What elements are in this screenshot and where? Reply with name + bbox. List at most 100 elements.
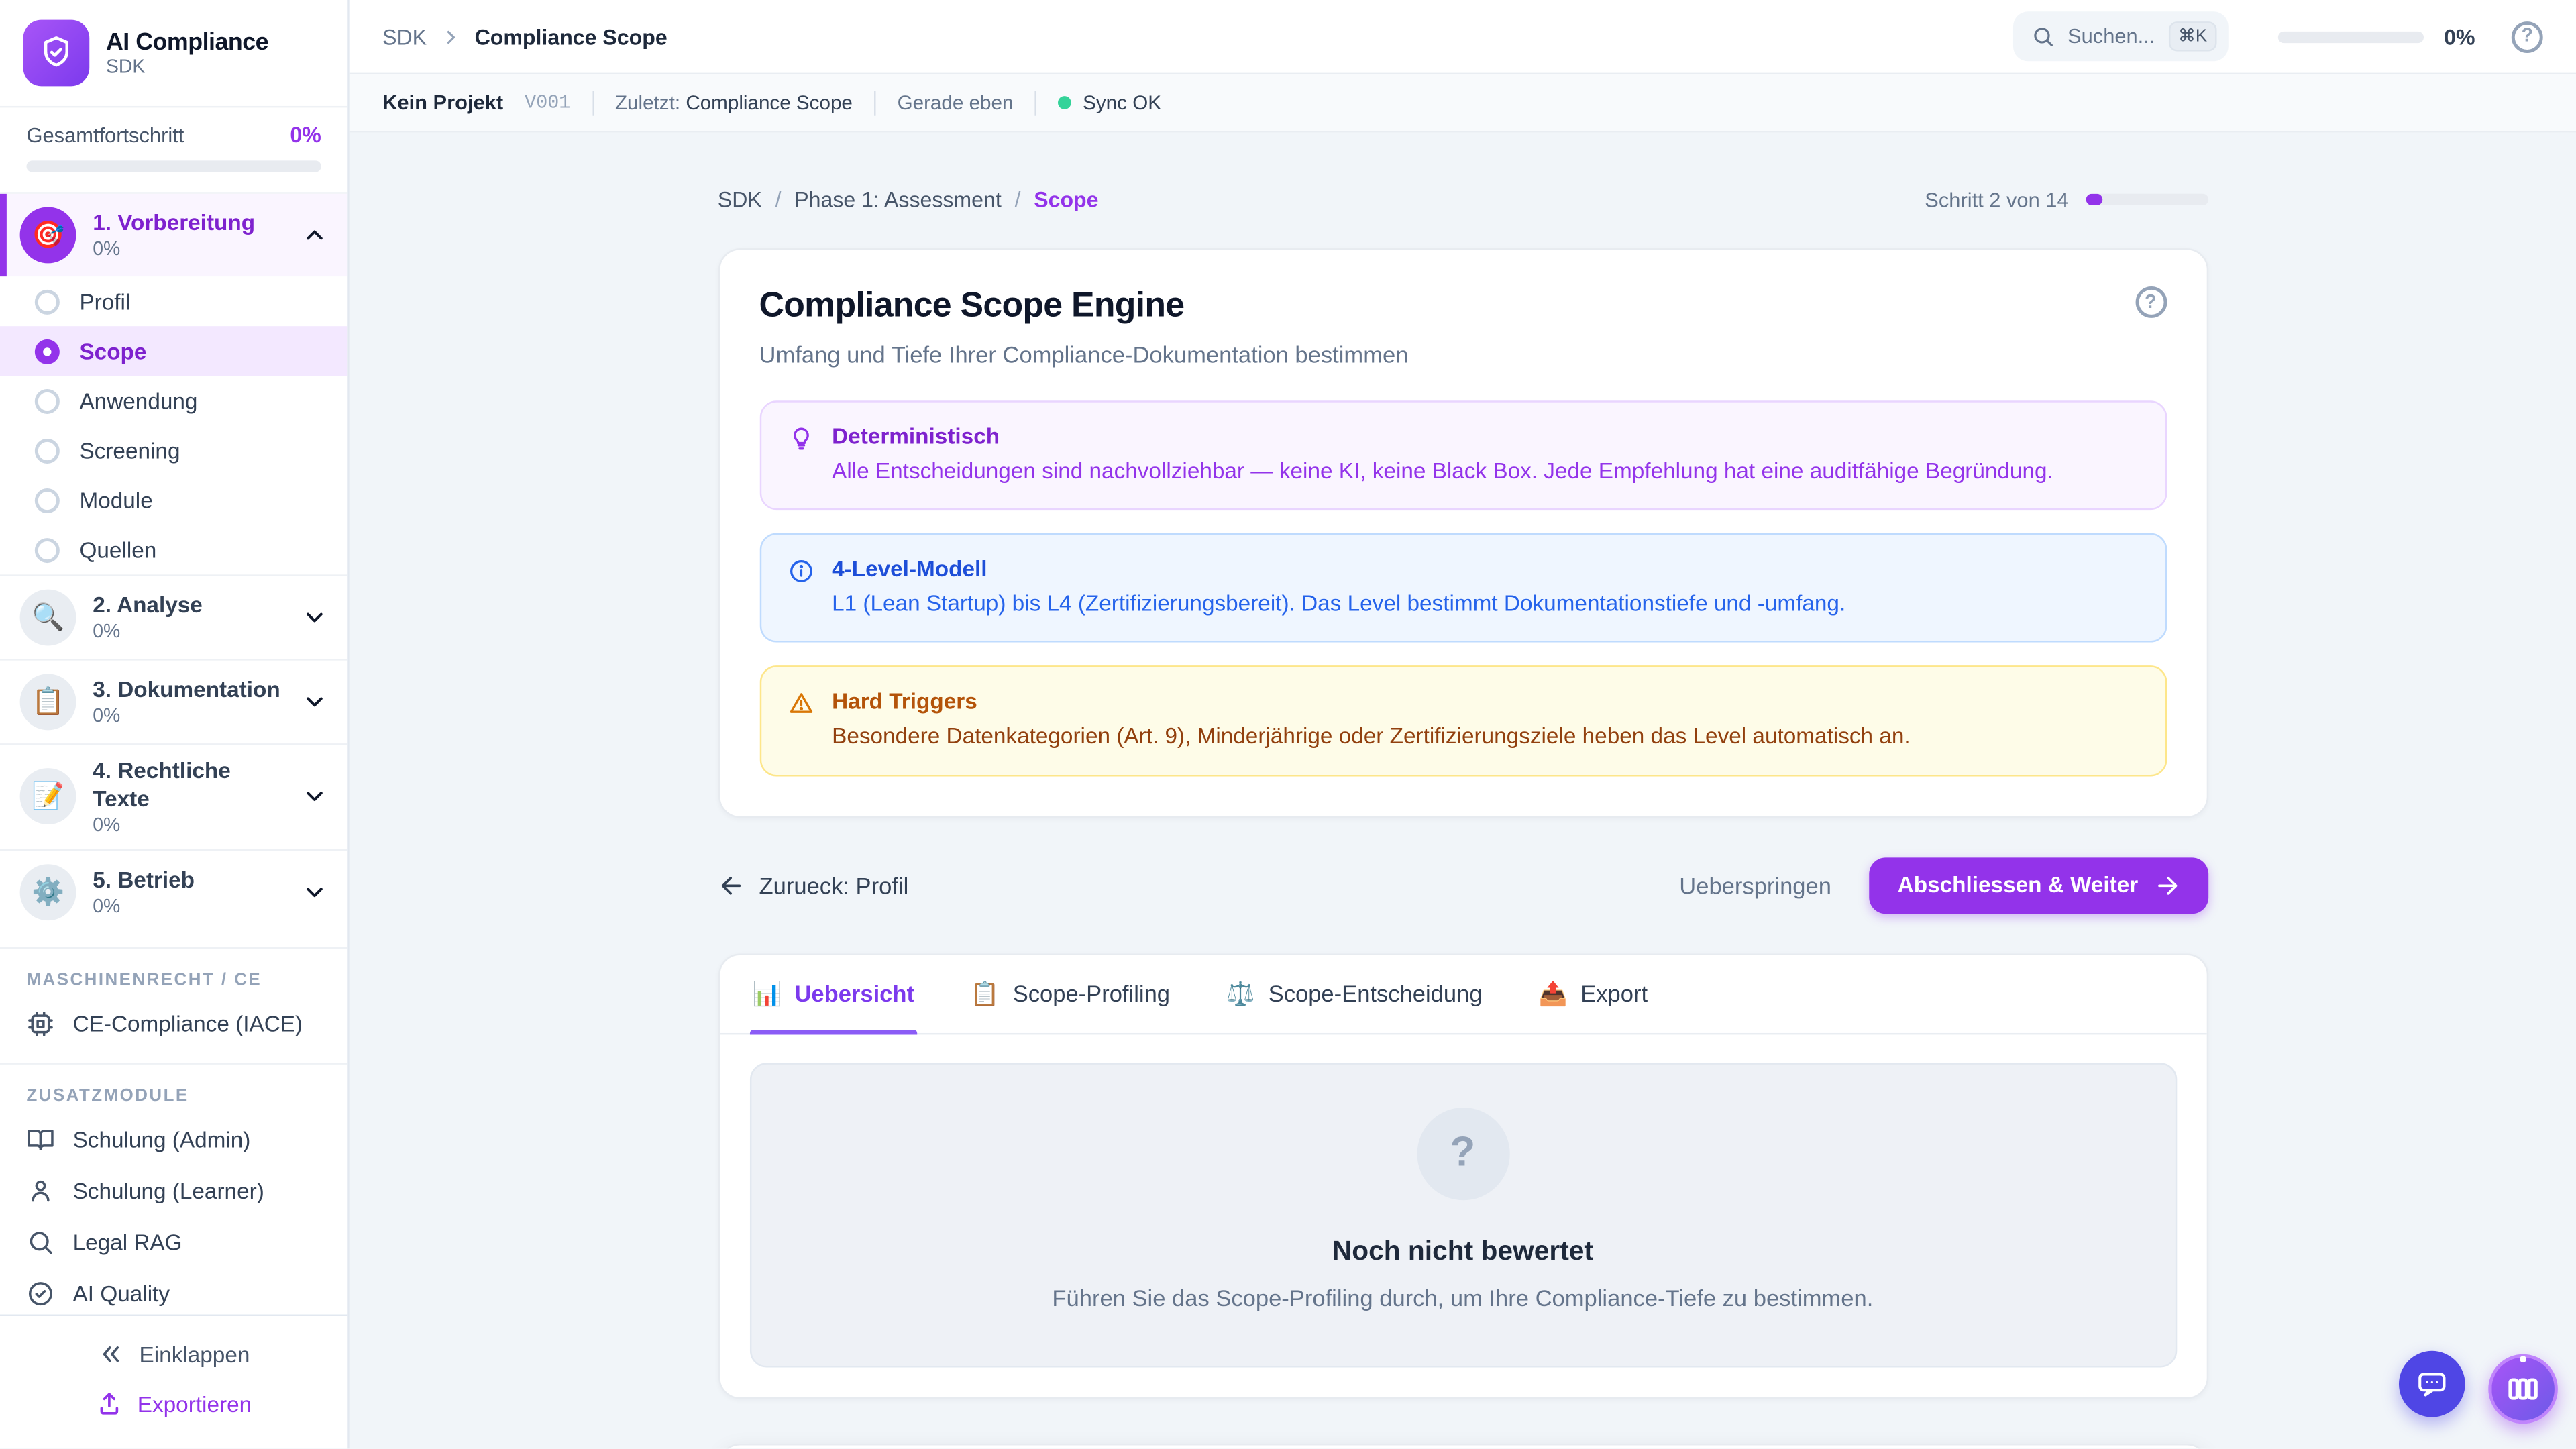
radio-icon: [35, 488, 60, 513]
sidebar-item-module[interactable]: Module: [0, 475, 347, 525]
sidebar-header: AI Compliance SDK: [0, 0, 347, 107]
last-saved-time: Gerade eben: [898, 91, 1014, 115]
divider: [1035, 91, 1036, 115]
chat-fab-button[interactable]: [2399, 1351, 2465, 1417]
version-badge: V001: [525, 92, 570, 113]
kanban-fab-button[interactable]: [2488, 1354, 2558, 1424]
radio-icon: [35, 388, 60, 413]
tab-export[interactable]: 📤 Export: [1536, 955, 1652, 1032]
sidebar-section-dokumentation[interactable]: 📋 3. Dokumentation 0%: [0, 659, 347, 743]
radio-icon: [35, 289, 60, 314]
upload-icon: [96, 1391, 122, 1417]
skip-button[interactable]: Ueberspringen: [1679, 872, 1831, 898]
sidebar-item-schulung-admin[interactable]: Schulung (Admin): [0, 1114, 347, 1165]
group-header-maschinenrecht: MASCHINENRECHT / CE: [0, 948, 347, 998]
sidebar-item-ai-quality[interactable]: AI Quality: [0, 1268, 347, 1315]
search-placeholder: Suchen...: [2068, 25, 2155, 48]
complete-next-button[interactable]: Abschliessen & Weiter: [1870, 857, 2208, 914]
app-subtitle: SDK: [106, 57, 268, 77]
sidebar-item-schulung-learner[interactable]: Schulung (Learner): [0, 1165, 347, 1217]
sidebar-item-screening[interactable]: Screening: [0, 425, 347, 475]
sidebar-section-vorbereitung[interactable]: 🎯 1. Vorbereitung 0%: [0, 194, 347, 276]
chevron-up-icon: [301, 222, 327, 248]
page-breadcrumb: SDK / Phase 1: Assessment / Scope: [718, 187, 1099, 212]
sidebar-section-rechtliche-texte[interactable]: 📝 4. Rechtliche Texte 0%: [0, 743, 347, 849]
topbar-progress-bar: [2278, 31, 2424, 42]
app-title-block: AI Compliance SDK: [106, 29, 268, 77]
profiling-cta-card: 📋 Starten Sie mit dem Profiling Beantwor…: [718, 1443, 2208, 1448]
overall-progress-bar: [26, 160, 321, 172]
last-step-value: Compliance Scope: [686, 91, 853, 115]
crumb-sdk[interactable]: SDK: [718, 187, 762, 212]
chevron-down-icon: [301, 604, 327, 631]
chevrons-left-icon: [98, 1341, 124, 1367]
keyboard-shortcut-badge: ⌘K: [2168, 21, 2217, 51]
scope-tabs-card: 📊 Uebersicht 📋 Scope-Profiling ⚖️ Scope-…: [718, 953, 2208, 1399]
shield-check-icon: [38, 35, 74, 71]
main-column: SDK Compliance Scope Suchen... ⌘K 0% ? K…: [350, 0, 2576, 1448]
crumb-current: Scope: [1034, 187, 1098, 212]
sidebar-section-betrieb[interactable]: ⚙️ 5. Betrieb 0%: [0, 849, 347, 933]
sidebar-item-scope[interactable]: Scope: [0, 326, 347, 376]
crumb-phase[interactable]: Phase 1: Assessment: [794, 187, 1002, 212]
clipboard-icon: 📋: [20, 674, 76, 730]
tab-scope-profiling[interactable]: 📋 Scope-Profiling: [967, 955, 1173, 1032]
divider: [874, 91, 875, 115]
main-content: SDK / Phase 1: Assessment / Scope Schrit…: [350, 132, 2576, 1448]
question-mark-icon: ?: [1416, 1107, 1509, 1199]
step-label: Schritt 2 von 14: [1925, 188, 2068, 211]
sidebar: AI Compliance SDK Gesamtfortschritt 0% 🎯…: [0, 0, 350, 1448]
user-icon: [26, 1177, 54, 1205]
info-notes: Deterministisch Alle Entscheidungen sind…: [759, 400, 2167, 775]
help-icon[interactable]: ?: [2512, 21, 2543, 52]
columns-icon: [2505, 1371, 2541, 1407]
search-input[interactable]: Suchen... ⌘K: [2013, 11, 2229, 61]
sidebar-section-analyse[interactable]: 🔍 2. Analyse 0%: [0, 574, 347, 659]
warning-icon: [787, 691, 813, 753]
note-4-level-modell: 4-Level-Modell L1 (Lean Startup) bis L4 …: [759, 533, 2167, 643]
tab-uebersicht[interactable]: 📊 Uebersicht: [749, 955, 918, 1032]
sidebar-item-ce-compliance[interactable]: CE-Compliance (IACE): [0, 998, 347, 1050]
sidebar-item-legal-rag[interactable]: Legal RAG: [0, 1216, 347, 1268]
search-icon: [26, 1228, 54, 1256]
collapse-sidebar-button[interactable]: Einklappen: [20, 1330, 328, 1379]
tab-scope-entscheidung[interactable]: ⚖️ Scope-Entscheidung: [1223, 955, 1486, 1032]
chevron-down-icon: [301, 784, 327, 810]
section-percent: 0%: [93, 240, 284, 260]
magnifier-icon: 🔍: [20, 590, 76, 646]
arrow-right-icon: [2153, 872, 2180, 898]
scales-icon: ⚖️: [1226, 979, 1255, 1008]
back-button[interactable]: Zurueck: Profil: [718, 872, 908, 898]
overall-progress-label: Gesamtfortschritt: [26, 123, 184, 147]
overall-progress-value: 0%: [290, 123, 321, 148]
status-bar: Kein Projekt V001 Zuletzt: Compliance Sc…: [350, 74, 2576, 132]
step-indicator: Schritt 2 von 14: [1925, 188, 2208, 211]
lightbulb-icon: [787, 425, 813, 487]
sidebar-item-quellen[interactable]: Quellen: [0, 525, 347, 574]
overall-progress: Gesamtfortschritt 0%: [0, 107, 347, 193]
sidebar-footer: Einklappen Exportieren: [0, 1315, 347, 1449]
app-root: AI Compliance SDK Gesamtfortschritt 0% 🎯…: [0, 0, 2576, 1448]
page-breadcrumb-row: SDK / Phase 1: Assessment / Scope Schrit…: [718, 187, 2208, 212]
divider: [592, 91, 593, 115]
info-icon: [787, 558, 813, 620]
topbar-right: Suchen... ⌘K 0% ?: [2013, 11, 2543, 61]
tab-bar: 📊 Uebersicht 📋 Scope-Profiling ⚖️ Scope-…: [719, 955, 2206, 1034]
group-header-zusatzmodule: ZUSATZMODULE: [0, 1064, 347, 1114]
search-icon: [2031, 25, 2055, 48]
book-open-icon: [26, 1126, 54, 1154]
project-name: Kein Projekt: [382, 91, 503, 115]
breadcrumb-root[interactable]: SDK: [382, 24, 427, 49]
sidebar-item-profil[interactable]: Profil: [0, 276, 347, 326]
export-button[interactable]: Exportieren: [20, 1379, 328, 1429]
page-title: Compliance Scope Engine: [759, 286, 1409, 326]
check-circle-icon: [26, 1279, 54, 1307]
sidebar-nav: 🎯 1. Vorbereitung 0% Profil Scope: [0, 194, 347, 1315]
arrow-left-icon: [718, 872, 744, 898]
sidebar-item-anwendung[interactable]: Anwendung: [0, 376, 347, 425]
chevron-down-icon: [301, 689, 327, 715]
help-icon[interactable]: ?: [2135, 286, 2166, 318]
step-nav-row: Zurueck: Profil Ueberspringen Abschliess…: [718, 857, 2208, 914]
section-items: Profil Scope Anwendung Screening Module: [0, 276, 347, 574]
app-logo: [23, 20, 90, 87]
